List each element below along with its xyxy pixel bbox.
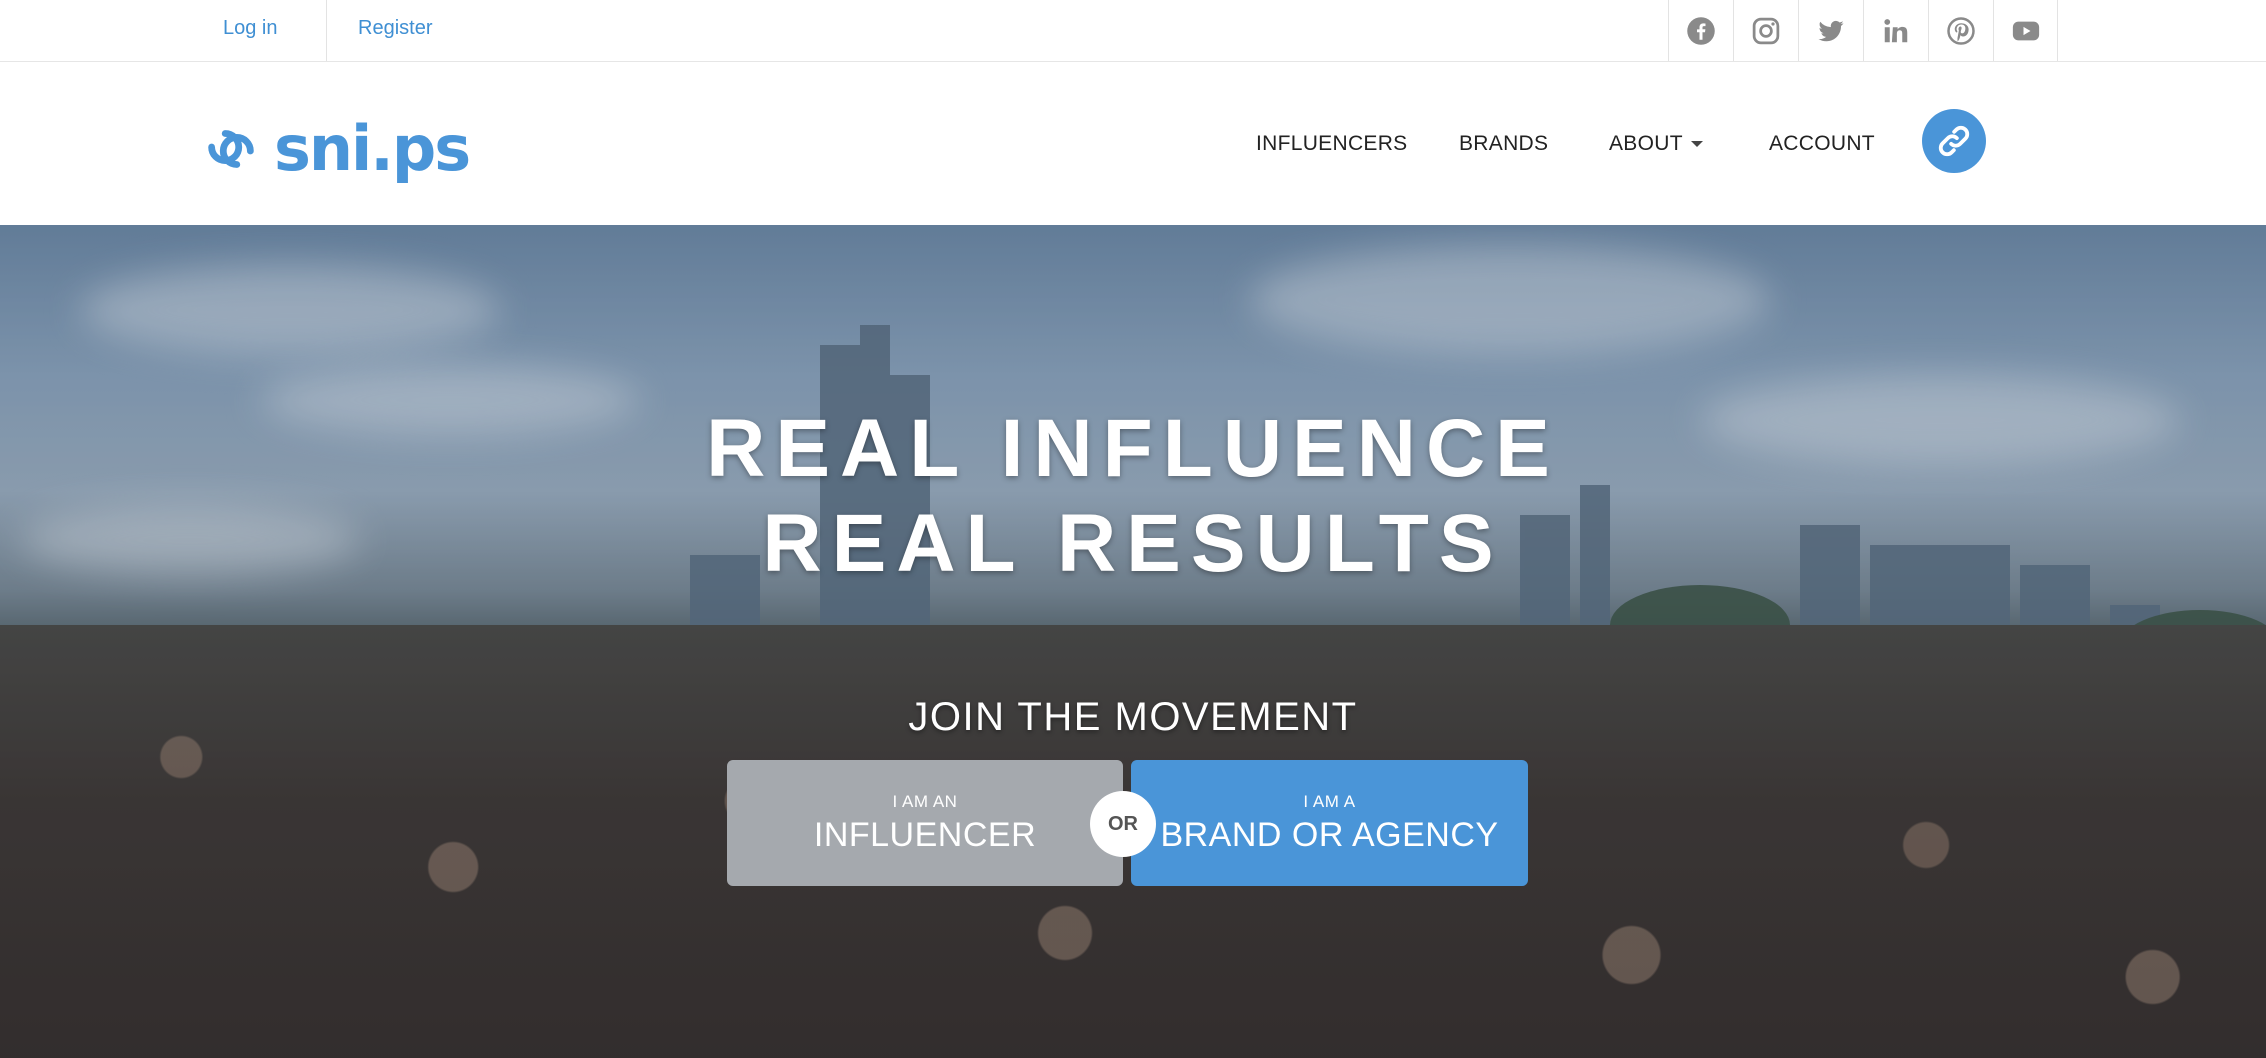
nav-influencers[interactable]: INFLUENCERS (1256, 129, 1408, 159)
hero-banner: REAL INFLUENCE REAL RESULTS JOIN THE MOV… (0, 225, 2266, 1058)
login-link[interactable]: Log in (223, 0, 278, 61)
instagram-icon (1752, 17, 1780, 44)
nav-about-label: ABOUT (1609, 132, 1683, 155)
linkedin-link[interactable] (1863, 0, 1928, 61)
chevron-down-icon (1690, 141, 1703, 148)
hero-subtitle: JOIN THE MOVEMENT (908, 695, 1358, 739)
facebook-link[interactable] (1668, 0, 1733, 61)
influencer-button-prefix: I AM AN (892, 792, 958, 811)
twitter-link[interactable] (1798, 0, 1863, 61)
divider (326, 0, 327, 61)
register-link[interactable]: Register (358, 0, 432, 61)
youtube-link[interactable] (1993, 0, 2058, 61)
brand-button-label: BRAND OR AGENCY (1160, 816, 1499, 854)
logo-link-icon (200, 118, 262, 180)
nav-about[interactable]: ABOUT (1609, 129, 1703, 159)
influencer-button-label: INFLUENCER (813, 816, 1037, 854)
top-utility-bar: Log in Register (0, 0, 2266, 62)
link-button[interactable] (1922, 109, 1986, 173)
link-icon (1938, 125, 1970, 157)
site-logo[interactable]: sni.ps (200, 112, 471, 185)
pinterest-link[interactable] (1928, 0, 1993, 61)
main-header: sni.ps INFLUENCERS BRANDS ABOUT ACCOUNT (0, 62, 2266, 225)
nav-brands[interactable]: BRANDS (1459, 129, 1548, 159)
brand-button-prefix: I AM A (1303, 792, 1356, 811)
hero-title-line1: REAL INFLUENCE (706, 403, 1560, 494)
hero-overlay (0, 225, 2266, 1058)
twitter-icon (1818, 20, 1844, 41)
hero-title-line2: REAL RESULTS (762, 498, 1504, 589)
or-badge: OR (1090, 791, 1156, 857)
brand-signup-button[interactable]: I AM A BRAND OR AGENCY (1131, 760, 1528, 886)
pinterest-icon (1947, 16, 1975, 45)
youtube-icon (2012, 21, 2039, 40)
linkedin-icon (1884, 18, 1908, 42)
logo-text: sni.ps (274, 112, 471, 185)
influencer-signup-button[interactable]: I AM AN INFLUENCER (727, 760, 1123, 886)
nav-account[interactable]: ACCOUNT (1769, 129, 1875, 159)
instagram-link[interactable] (1733, 0, 1798, 61)
facebook-icon (1687, 16, 1715, 45)
